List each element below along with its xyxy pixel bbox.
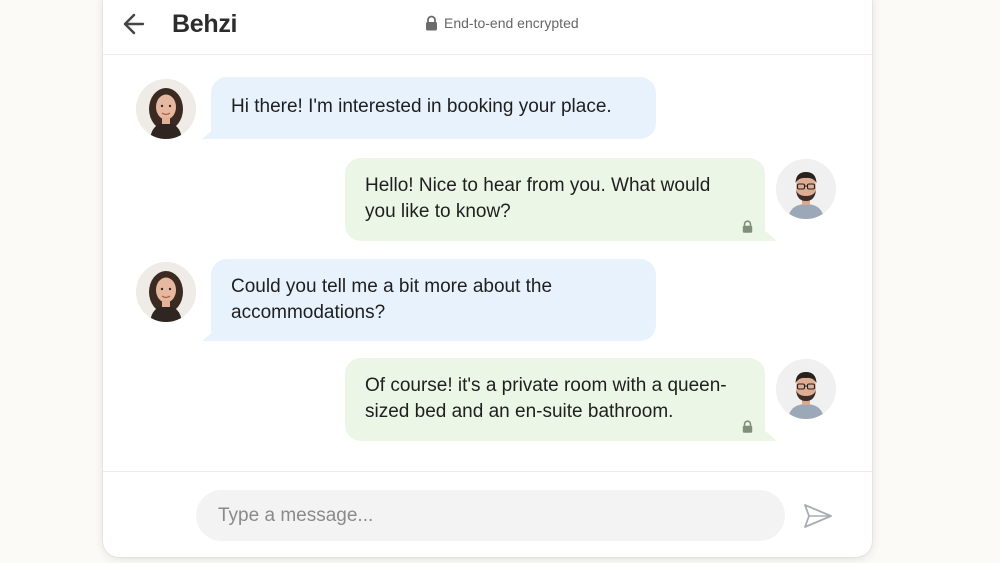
message-text-line: accommodations? [231,302,386,323]
message-text-line: Hello! Nice to hear from you. What would [365,175,711,196]
encryption-text: End-to-end encrypted [444,15,579,31]
message-text-line: sized bed and an en-suite bathroom. [365,401,674,422]
message-text-line: you like to know? [365,201,511,222]
contact-name: Behzi [172,10,238,38]
lock-icon [742,220,753,233]
lock-icon [426,15,437,31]
woman-avatar [136,262,196,322]
send-button[interactable] [802,501,834,531]
woman-avatar [136,79,196,139]
send-icon [804,504,832,528]
message-input[interactable] [196,490,785,541]
man-avatar [776,159,836,219]
message-text-line: Could you tell me a bit more about the [231,276,553,297]
outgoing-message-bubble[interactable]: Hello! Nice to hear from you. What would… [345,158,765,241]
man-avatar [776,359,836,419]
chat-header: Behzi End-to-end encrypted [103,0,872,55]
incoming-message-bubble[interactable]: Could you tell me a bit more about the a… [211,259,656,341]
lock-icon [742,420,753,433]
outgoing-message-bubble[interactable]: Of course! it's a private room with a qu… [345,358,765,441]
incoming-message-bubble[interactable]: Hi there! I'm interested in booking your… [211,77,656,139]
message-composer [103,471,872,557]
chat-window: Behzi End-to-end encrypted Hi there! I'm… [103,0,872,557]
encryption-status: End-to-end encrypted [425,15,579,31]
arrow-left-icon [123,13,145,35]
message-text-line: Of course! it's a private room with a qu… [365,375,727,396]
back-button[interactable] [121,10,149,38]
message-text: Hi there! I'm interested in booking your… [231,96,612,117]
